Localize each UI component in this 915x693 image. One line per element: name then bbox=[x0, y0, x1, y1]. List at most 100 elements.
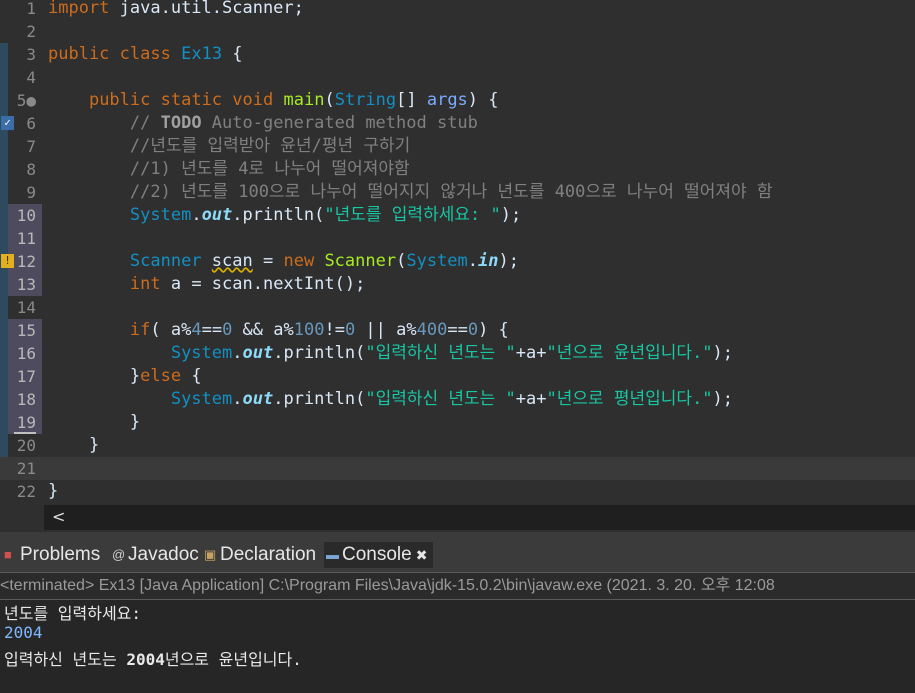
folding-ruler bbox=[0, 365, 8, 388]
code-line[interactable]: 9 //2) 년도를 100으로 나누어 떨어지지 않거나 년도를 400으로 … bbox=[0, 181, 915, 204]
folding-ruler bbox=[0, 89, 8, 112]
folding-ruler bbox=[0, 181, 8, 204]
line-gutter[interactable]: 11 bbox=[0, 227, 42, 250]
line-gutter[interactable]: 13 bbox=[0, 273, 42, 296]
line-gutter[interactable]: 21 bbox=[0, 457, 42, 480]
tab-javadoc[interactable]: @ Javadoc bbox=[112, 542, 199, 568]
line-gutter[interactable]: 22 bbox=[0, 480, 42, 503]
folding-ruler bbox=[0, 434, 8, 457]
task-marker-icon[interactable]: ✓ bbox=[1, 116, 14, 130]
line-gutter[interactable]: 15 bbox=[0, 319, 42, 342]
code-line[interactable]: 6 ✓ // TODO Auto-generated method stub bbox=[0, 112, 915, 135]
line-gutter[interactable]: 14 bbox=[0, 296, 42, 319]
close-icon[interactable]: ✖ bbox=[416, 547, 428, 563]
line-gutter[interactable]: 12! bbox=[0, 250, 42, 273]
code-line[interactable]: 18 System.out.println("입력하신 년도는 "+a+"년으로… bbox=[0, 388, 915, 411]
line-gutter[interactable]: 9 bbox=[0, 181, 42, 204]
line-number: 21 bbox=[16, 459, 36, 478]
tab-declaration-label: Declaration bbox=[220, 544, 317, 566]
code-text[interactable]: //1) 년도를 4로 나누어 떨어져야함 bbox=[48, 158, 410, 181]
line-gutter[interactable]: 10 bbox=[0, 204, 42, 227]
code-text[interactable]: public static void main(String[] args) { bbox=[48, 89, 499, 112]
problems-icon: ■ bbox=[4, 547, 12, 562]
code-line[interactable]: 22} bbox=[0, 480, 915, 503]
line-number: 1 bbox=[26, 0, 36, 18]
code-text[interactable]: System.out.println("입력하신 년도는 "+a+"년으로 윤년… bbox=[48, 342, 733, 365]
line-number: 20 bbox=[16, 436, 36, 455]
code-line[interactable]: 15 if( a%4==0 && a%100!=0 || a%400==0) { bbox=[0, 319, 915, 342]
line-gutter[interactable]: 3 bbox=[0, 43, 42, 66]
line-gutter[interactable]: 6 ✓ bbox=[0, 112, 42, 135]
code-line[interactable]: 2 bbox=[0, 20, 915, 43]
code-line[interactable]: 12! Scanner scan = new Scanner(System.in… bbox=[0, 250, 915, 273]
folding-ruler bbox=[0, 388, 8, 411]
line-gutter[interactable]: 5● bbox=[0, 89, 42, 112]
line-number: 9 bbox=[26, 183, 36, 202]
line-gutter[interactable]: 4 bbox=[0, 66, 42, 89]
code-line[interactable]: 7 //년도를 입력받아 윤년/평년 구하기 bbox=[0, 135, 915, 158]
line-number: 3 bbox=[26, 45, 36, 64]
code-line[interactable]: 8 //1) 년도를 4로 나누어 떨어져야함 bbox=[0, 158, 915, 181]
code-editor[interactable]: 1 import java.util.Scanner; 2 3 public class… bbox=[0, 0, 915, 505]
code-text[interactable]: import java.util.Scanner; bbox=[48, 0, 304, 20]
code-line[interactable]: 16 System.out.println("입력하신 년도는 "+a+"년으로… bbox=[0, 342, 915, 365]
code-text[interactable]: System.out.println("입력하신 년도는 "+a+"년으로 평년… bbox=[48, 388, 733, 411]
folding-ruler bbox=[0, 227, 8, 250]
horizontal-scrollbar[interactable]: < bbox=[44, 505, 915, 530]
result-prefix: 입력하신 년도는 bbox=[4, 650, 127, 669]
tab-declaration[interactable]: ▣ Declaration bbox=[204, 542, 316, 568]
tab-console[interactable]: ▬ Console ✖ bbox=[324, 542, 434, 568]
code-text[interactable]: } bbox=[48, 411, 140, 434]
line-gutter[interactable]: 1 bbox=[0, 0, 42, 20]
code-text[interactable]: int a = scan.nextInt(); bbox=[48, 273, 365, 296]
code-line[interactable]: 10 System.out.println("년도를 입력하세요: "); bbox=[0, 204, 915, 227]
code-line[interactable]: 5● public static void main(String[] args… bbox=[0, 89, 915, 112]
code-line[interactable]: 1 import java.util.Scanner; bbox=[0, 0, 915, 20]
folding-ruler bbox=[0, 319, 8, 342]
line-number: 16 bbox=[16, 344, 36, 363]
scroll-left-arrow-icon[interactable]: < bbox=[52, 507, 65, 526]
code-line[interactable]: 17 }else { bbox=[0, 365, 915, 388]
code-text[interactable]: Scanner scan = new Scanner(System.in); bbox=[48, 250, 519, 273]
line-number: 17 bbox=[16, 367, 36, 386]
code-line[interactable]: 14 bbox=[0, 296, 915, 319]
line-gutter[interactable]: 18 bbox=[0, 388, 42, 411]
code-line[interactable]: 20 } bbox=[0, 434, 915, 457]
console-user-input: 2004 bbox=[4, 623, 43, 642]
code-text[interactable]: System.out.println("년도를 입력하세요: "); bbox=[48, 204, 521, 227]
panel-tab-bar: ■ Problems @ Javadoc ▣ Declaration ▬ Console… bbox=[0, 532, 915, 574]
declaration-icon: ▣ bbox=[204, 547, 217, 562]
line-number: 2 bbox=[26, 22, 36, 41]
line-number: 4 bbox=[26, 68, 36, 87]
line-gutter[interactable]: 16 bbox=[0, 342, 42, 365]
code-text[interactable]: if( a%4==0 && a%100!=0 || a%400==0) { bbox=[48, 319, 509, 342]
code-text[interactable]: //2) 년도를 100으로 나누어 떨어지지 않거나 년도를 400으로 나누… bbox=[48, 181, 773, 204]
code-line[interactable]: 21 bbox=[0, 457, 915, 480]
tab-problems[interactable]: ■ Problems bbox=[4, 542, 100, 568]
line-gutter[interactable]: 7 bbox=[0, 135, 42, 158]
code-line[interactable]: 4 bbox=[0, 66, 915, 89]
code-line[interactable]: 3 public class Ex13 { bbox=[0, 43, 915, 66]
code-line[interactable]: 19 } bbox=[0, 411, 915, 434]
code-text[interactable]: } bbox=[48, 434, 99, 457]
line-gutter[interactable]: 2 bbox=[0, 20, 42, 43]
code-text[interactable]: }else { bbox=[48, 365, 202, 388]
line-gutter[interactable]: 8 bbox=[0, 158, 42, 181]
tab-console-label: Console bbox=[342, 544, 412, 566]
code-text[interactable]: // TODO Auto-generated method stub bbox=[48, 112, 478, 135]
line-number: 18 bbox=[16, 390, 36, 409]
bottom-panel: ■ Problems @ Javadoc ▣ Declaration ▬ Console… bbox=[0, 532, 915, 693]
code-line[interactable]: 13 int a = scan.nextInt(); bbox=[0, 273, 915, 296]
console-icon: ▬ bbox=[326, 547, 339, 562]
line-gutter[interactable]: 19 bbox=[0, 411, 42, 434]
code-text[interactable]: } bbox=[48, 480, 58, 503]
warning-marker-icon[interactable]: ! bbox=[1, 254, 14, 268]
code-text[interactable]: public class Ex13 { bbox=[48, 43, 243, 66]
line-number: 10 bbox=[16, 206, 36, 225]
line-gutter[interactable]: 20 bbox=[0, 434, 42, 457]
folding-ruler bbox=[0, 135, 8, 158]
code-line[interactable]: 11 bbox=[0, 227, 915, 250]
code-text[interactable]: //년도를 입력받아 윤년/평년 구하기 bbox=[48, 135, 410, 158]
line-gutter[interactable]: 17 bbox=[0, 365, 42, 388]
line-number: 14 bbox=[16, 298, 36, 317]
